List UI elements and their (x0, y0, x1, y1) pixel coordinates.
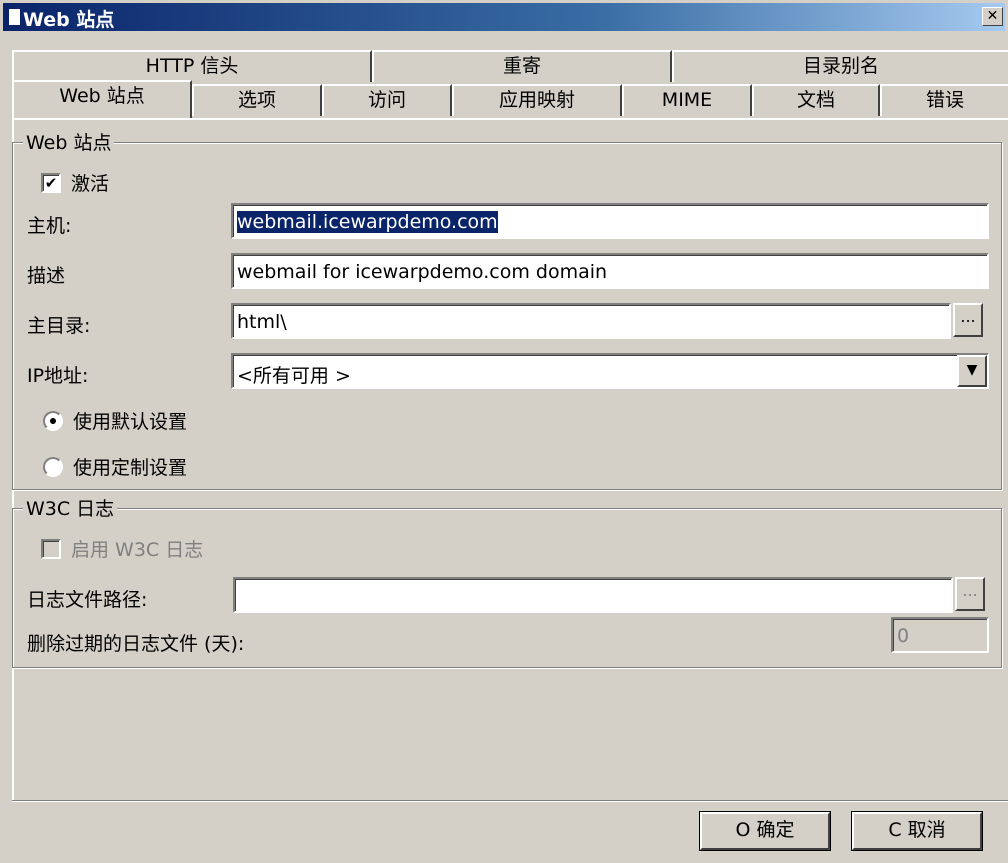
tab-redirect[interactable]: 重寄 (372, 50, 672, 82)
footer-separator (12, 800, 1008, 802)
radio-custom-label: 使用定制设置 (73, 457, 188, 479)
tab-app-mapping[interactable]: 应用映射 (452, 84, 622, 116)
home-directory-label: 主目录: (27, 315, 91, 337)
activate-checkbox[interactable]: ✔ (41, 173, 61, 193)
close-button[interactable]: ✕ (982, 7, 1003, 26)
ip-address-select[interactable]: <所有可用 > (231, 353, 989, 389)
website-group: Web 站点 ✔ 激活 主机: webmail.icewarpdemo.com … (12, 128, 1002, 490)
home-directory-browse-button[interactable]: ... (953, 303, 983, 337)
radio-custom-settings[interactable] (43, 457, 63, 477)
app-icon (9, 9, 20, 25)
dialog-window: Web 站点 ✕ HTTP 信头 重寄 目录别名 Web 站点 选项 访问 应用… (0, 0, 1008, 863)
tab-access[interactable]: 访问 (322, 84, 452, 116)
description-input[interactable]: webmail for icewarpdemo.com domain (231, 253, 989, 289)
tab-directory-alias[interactable]: 目录别名 (672, 50, 1008, 82)
home-directory-input[interactable]: html\ (231, 303, 951, 339)
enable-w3c-label: 启用 W3C 日志 (71, 539, 204, 561)
close-icon: ✕ (986, 8, 999, 24)
log-path-label: 日志文件路径: (27, 589, 148, 611)
tab-row-front: Web 站点 选项 访问 应用映射 MIME 文档 错误 (12, 80, 1008, 118)
website-group-title: Web 站点 (23, 128, 115, 155)
tab-mime[interactable]: MIME (622, 84, 752, 116)
delete-old-logs-days-input[interactable]: 0 (891, 617, 989, 653)
title-bar[interactable]: Web 站点 ✕ (3, 3, 1005, 31)
cancel-button[interactable]: C 取消 (852, 812, 982, 850)
host-input[interactable]: webmail.icewarpdemo.com (231, 203, 989, 239)
radio-default-label: 使用默认设置 (73, 411, 188, 433)
w3c-group-title: W3C 日志 (23, 494, 118, 521)
tab-http-headers[interactable]: HTTP 信头 (12, 50, 372, 82)
radio-selected-dot (50, 418, 56, 424)
tab-errors[interactable]: 错误 (880, 84, 1008, 116)
tab-options[interactable]: 选项 (192, 84, 322, 116)
w3c-log-group: W3C 日志 启用 W3C 日志 日志文件路径: ... 删除过期的日志文件 (… (12, 494, 1002, 668)
radio-default-settings[interactable] (43, 411, 63, 431)
delete-old-logs-label: 删除过期的日志文件 (天): (27, 633, 245, 655)
host-value: webmail.icewarpdemo.com (237, 211, 498, 233)
chevron-down-icon[interactable]: ▼ (957, 355, 987, 387)
tab-documents[interactable]: 文档 (752, 84, 880, 116)
enable-w3c-checkbox[interactable] (41, 539, 61, 559)
tab-website[interactable]: Web 站点 (12, 80, 192, 118)
host-label: 主机: (27, 215, 72, 237)
ip-address-value: <所有可用 > (237, 365, 351, 387)
activate-label: 激活 (71, 173, 110, 195)
tab-row-back: HTTP 信头 重寄 目录别名 (12, 50, 1008, 82)
ip-address-label: IP地址: (27, 365, 89, 387)
ok-button[interactable]: O 确定 (700, 812, 830, 850)
window-title: Web 站点 (23, 9, 115, 31)
description-label: 描述 (27, 265, 66, 287)
log-path-input[interactable] (233, 577, 953, 613)
log-path-browse-button[interactable]: ... (955, 577, 985, 611)
